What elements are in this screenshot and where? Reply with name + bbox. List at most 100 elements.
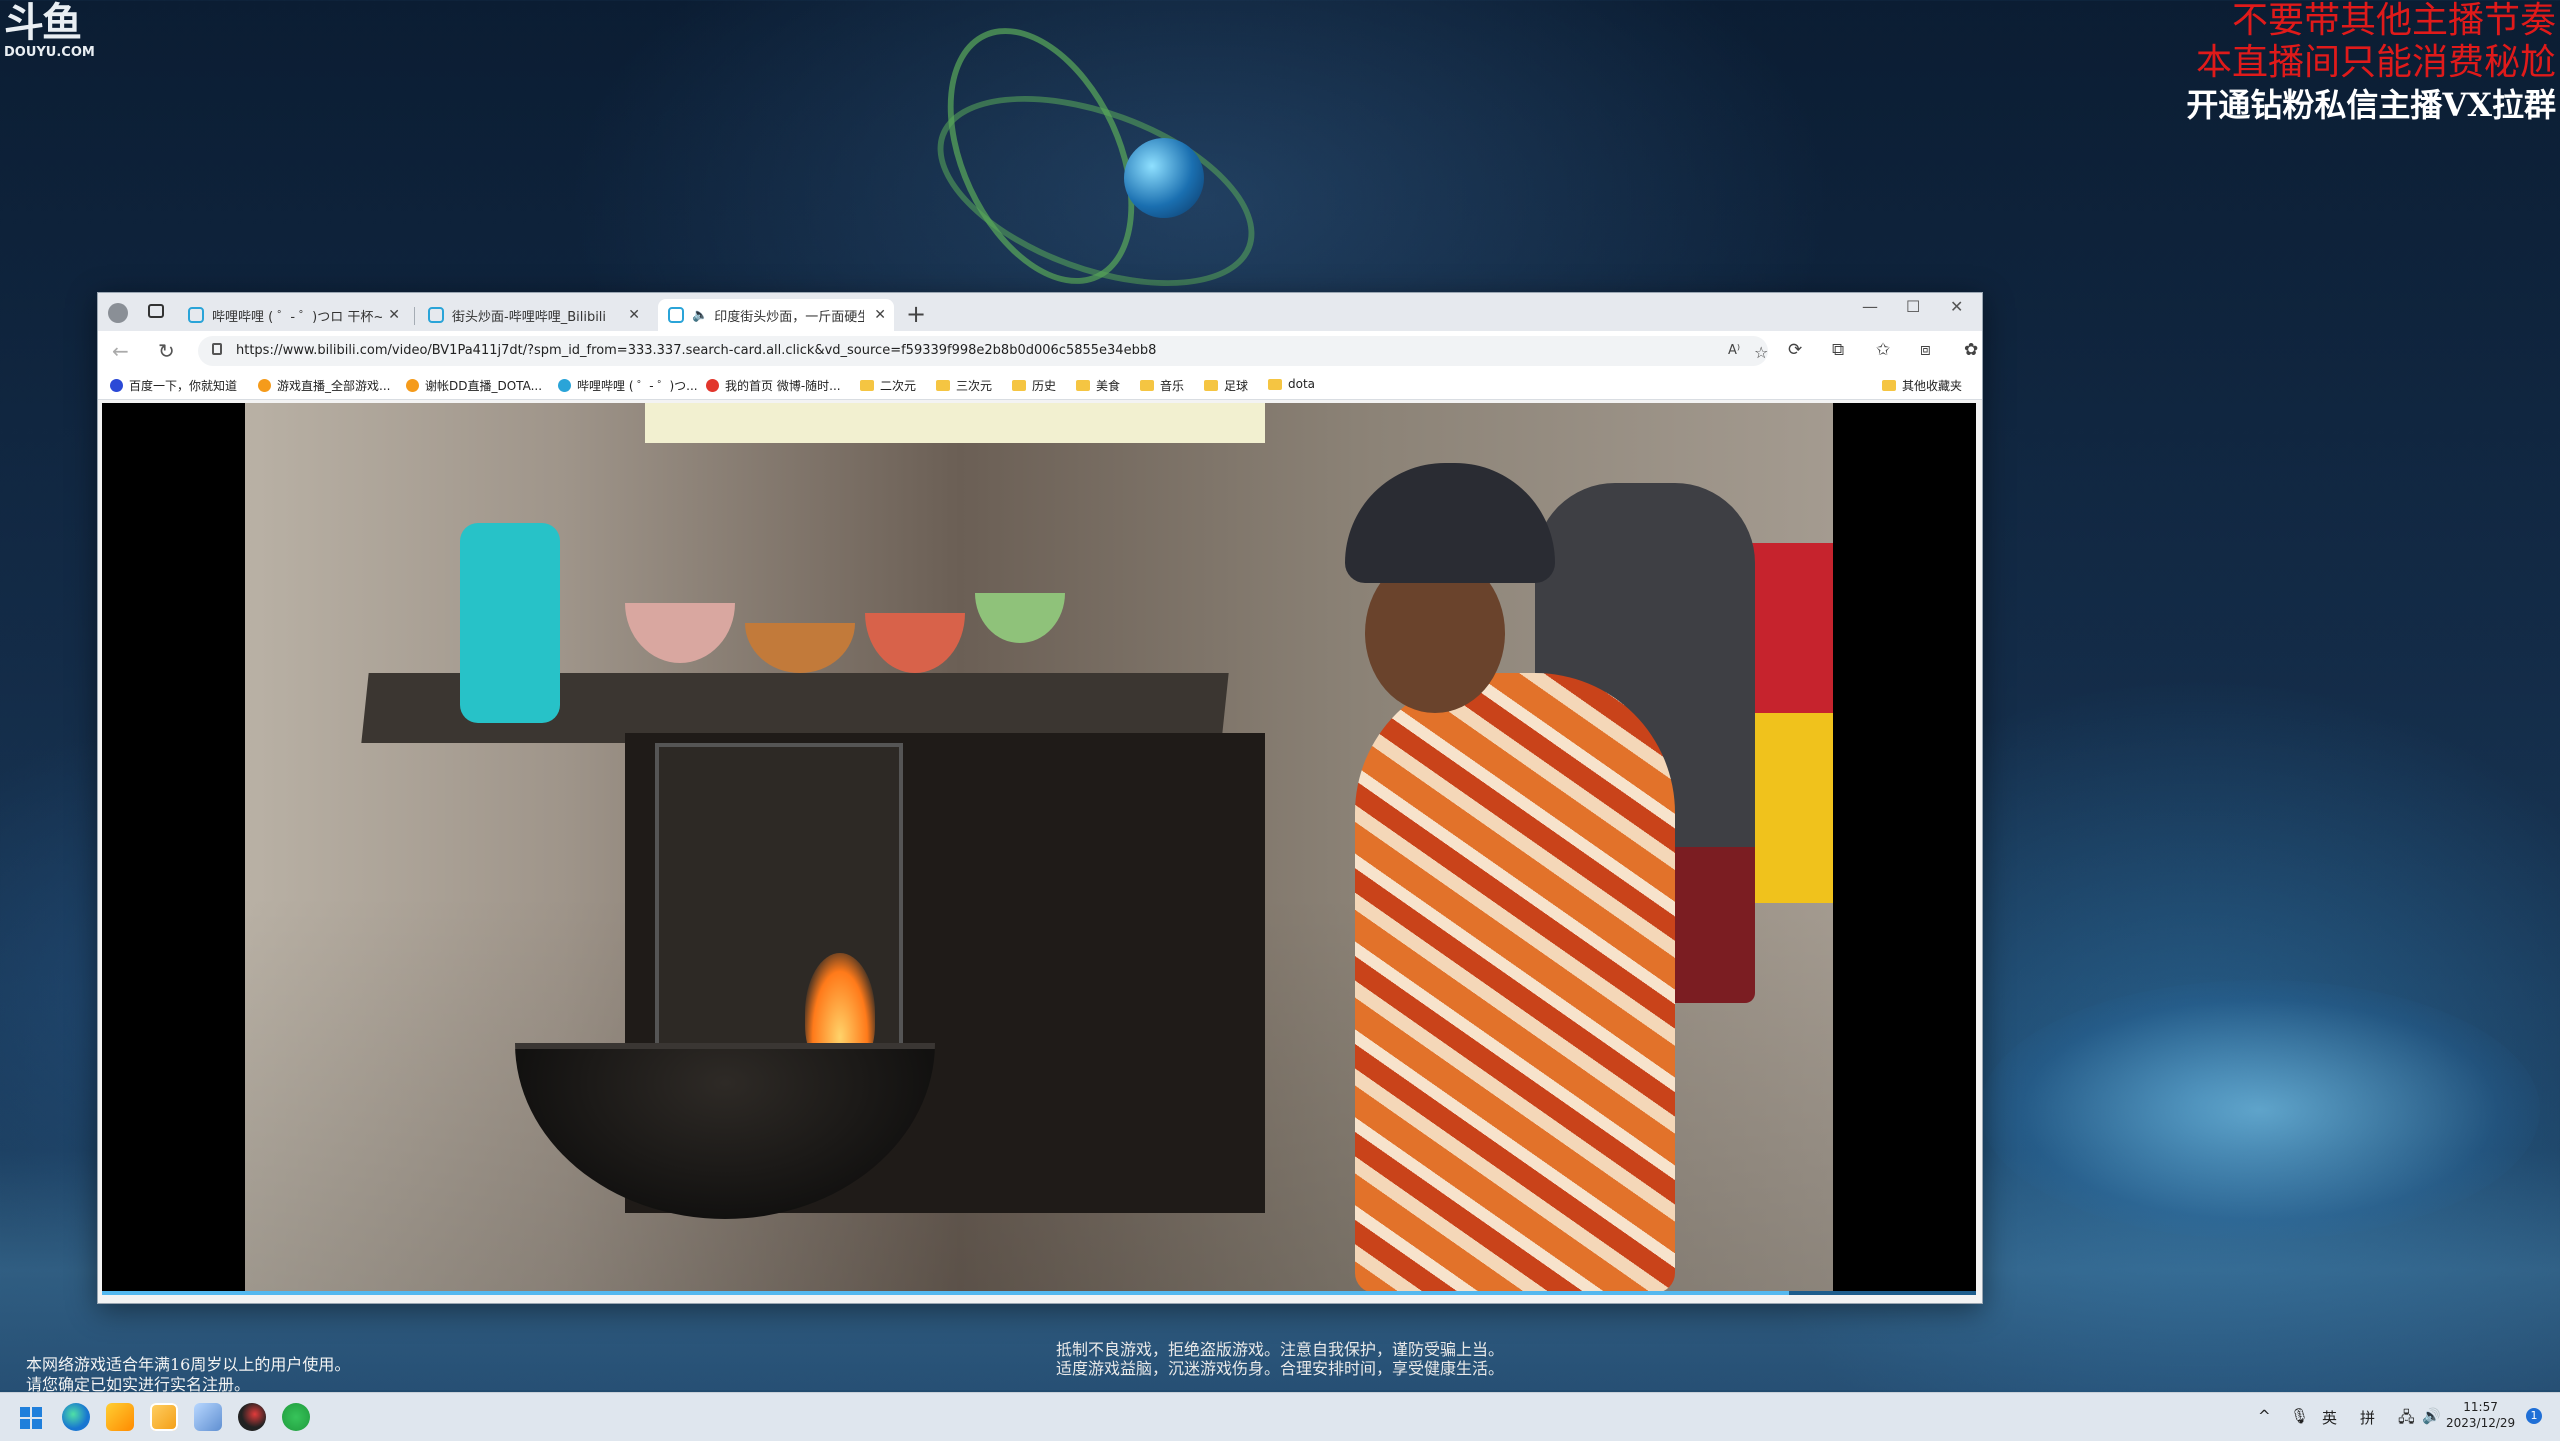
app-flame-icon[interactable] [106,1403,134,1431]
close-tab-icon[interactable]: ✕ [388,307,400,323]
clock-time: 11:57 [2463,1400,2498,1414]
video-scene-canopy [645,403,1265,443]
maximize-button[interactable]: ☐ [1906,297,1920,316]
fav-item[interactable]: 游戏直播_全部游戏... [258,377,390,394]
refresh-button[interactable]: ↻ [158,339,175,363]
video-scene-cap [1345,463,1555,583]
bilibili-icon [188,307,204,323]
folder-icon [860,380,874,391]
video-progress-bar[interactable] [102,1291,1976,1295]
folder-icon [1268,378,1282,390]
new-tab-button[interactable]: + [906,301,926,327]
fav-item[interactable]: 哔哩哔哩 ( ゜- ゜)つ... [558,377,698,394]
folder-icon [1012,380,1026,391]
fav-item[interactable]: 百度一下，你就知道 [110,377,237,394]
fav-folder[interactable]: dota [1268,377,1315,391]
bilibili-icon [428,307,444,323]
fav-item[interactable]: 我的首页 微博-随时... [706,377,841,394]
wechat-app-icon[interactable] [282,1403,310,1431]
overlay-line-3: 开通钻粉私信主播VX拉群 [2186,86,2556,124]
video-player[interactable] [102,403,1976,1295]
fav-folder[interactable]: 足球 [1204,377,1248,394]
tab-indian-noodles-active[interactable]: 🔈 印度街头炒面，一斤面硬生生 ✕ [658,299,894,331]
folder-icon [1140,380,1154,391]
fav-folder[interactable]: 三次元 [936,377,992,394]
tab-bilibili-home[interactable]: 哔哩哔哩 ( ゜- ゜)つロ 干杯~-bilibili ✕ [178,299,408,331]
minimize-button[interactable]: — [1862,297,1878,316]
video-scene-bowl [865,613,965,673]
background-stage-glow [1980,980,2540,1240]
favorites-bar: 百度一下，你就知道 游戏直播_全部游戏... 谢帐DD直播_DOTA... 哔哩… [98,371,1982,400]
fav-folder[interactable]: 二次元 [860,377,916,394]
split-screen-icon[interactable]: ⧉ [1832,340,1844,360]
douyu-logo-cn: 斗鱼 [4,0,82,46]
video-frame[interactable] [245,403,1833,1295]
overlay-line-2: 本直播间只能消费秘尬 [2195,42,2556,83]
video-scene-jug [460,523,560,723]
video-scene-bowl [975,593,1065,643]
favorite-star-icon[interactable]: ☆ [1754,343,1768,362]
ime-language[interactable]: 英 [2322,1407,2337,1428]
network-icon[interactable]: 🖧 [2398,1407,2415,1432]
folder-icon [1204,380,1218,391]
steam-app-icon[interactable] [238,1403,266,1431]
volume-icon[interactable]: 🔊 [2422,1407,2441,1425]
tab-title: 街头炒面-哔哩哔哩_Bilibili [452,309,607,325]
taskbar: ^ 🎙 英 拼 🖧 🔊 11:57 2023/12/29 1 [0,1392,2560,1441]
address-bar[interactable]: https://www.bilibili.com/video/BV1Pa411j… [198,336,1768,366]
folder-icon [1076,380,1090,391]
edge-browser-icon[interactable] [62,1403,90,1431]
fav-item[interactable]: 谢帐DD直播_DOTA... [406,377,542,394]
tab-title: 哔哩哔哩 ( ゜- ゜)つロ 干杯~-bilibili [212,309,382,325]
baidu-icon [110,379,123,392]
microphone-icon[interactable]: 🎙 [2290,1407,2309,1425]
overlay-line-1: 不要带其他主播节奏 [2231,0,2556,41]
video-scene-boy [1355,673,1675,1293]
close-tab-icon[interactable]: ✕ [628,307,640,323]
tab-separator [414,307,415,325]
tray-overflow-icon[interactable]: ^ [2258,1407,2271,1425]
windows-start-icon[interactable] [20,1407,42,1429]
bilibili-icon [668,307,684,323]
bilibili-icon [558,379,571,392]
stream-overlay-text: 不要带其他主播节奏 本直播间只能消费秘尬 开通钻粉私信主播VX拉群 [2186,0,2556,126]
refresh-extension-icon[interactable]: ⟳ [1788,340,1802,360]
notification-badge[interactable]: 1 [2526,1408,2542,1424]
browser-window: 哔哩哔哩 ( ゜- ゜)つロ 干杯~-bilibili ✕ 街头炒面-哔哩哔哩_… [97,292,1983,1304]
weibo-icon [706,379,719,392]
app-tool-icon[interactable] [194,1403,222,1431]
tab-bar: 哔哩哔哩 ( ゜- ゜)つロ 干杯~-bilibili ✕ 街头炒面-哔哩哔哩_… [98,293,1982,331]
favorites-icon[interactable]: ✩ [1876,340,1890,360]
folder-icon [1882,380,1896,391]
fav-folder[interactable]: 美食 [1076,377,1120,394]
speaker-icon[interactable]: 🔈 [692,308,708,323]
extension-icon[interactable]: ✿ [1964,340,1978,360]
url-text[interactable]: https://www.bilibili.com/video/BV1Pa411j… [236,343,1156,358]
lock-icon[interactable] [212,343,222,355]
douyu-logo: 斗鱼 DOUYU.COM [4,0,95,60]
tab-actions-icon[interactable] [148,304,164,318]
collections-icon[interactable]: ⧈ [1920,340,1931,360]
read-aloud-icon[interactable]: A⁾ [1728,343,1740,358]
health-notice-line-1: 抵制不良游戏，拒绝盗版游戏。注意自我保护，谨防受骗上当。 [1055,1340,1504,1359]
fav-folder[interactable]: 音乐 [1140,377,1184,394]
tab-title: 印度街头炒面，一斤面硬生生 [714,309,865,325]
back-button[interactable]: ← [112,339,129,363]
other-favorites-folder[interactable]: 其他收藏夹 [1882,377,1962,394]
background-planet [1124,138,1204,218]
douyu-logo-en: DOUYU.COM [4,45,95,60]
video-progress-fill [102,1291,1789,1295]
ime-mode[interactable]: 拼 [2360,1407,2375,1428]
health-notice-line-2: 适度游戏益脑，沉迷游戏伤身。合理安排时间，享受健康生活。 [1055,1359,1504,1378]
close-window-button[interactable]: ✕ [1950,297,1963,316]
clock-date: 2023/12/29 [2446,1416,2516,1430]
folder-icon [936,380,950,391]
douyu-icon [258,379,271,392]
douyu-app-icon[interactable] [150,1403,178,1431]
close-tab-icon[interactable]: ✕ [874,307,886,323]
tab-street-noodles[interactable]: 街头炒面-哔哩哔哩_Bilibili ✕ [418,299,648,331]
profile-avatar[interactable] [108,303,128,323]
video-scene-bowl [625,603,735,663]
system-clock[interactable]: 11:57 2023/12/29 [2446,1399,2515,1431]
fav-folder[interactable]: 历史 [1012,377,1056,394]
